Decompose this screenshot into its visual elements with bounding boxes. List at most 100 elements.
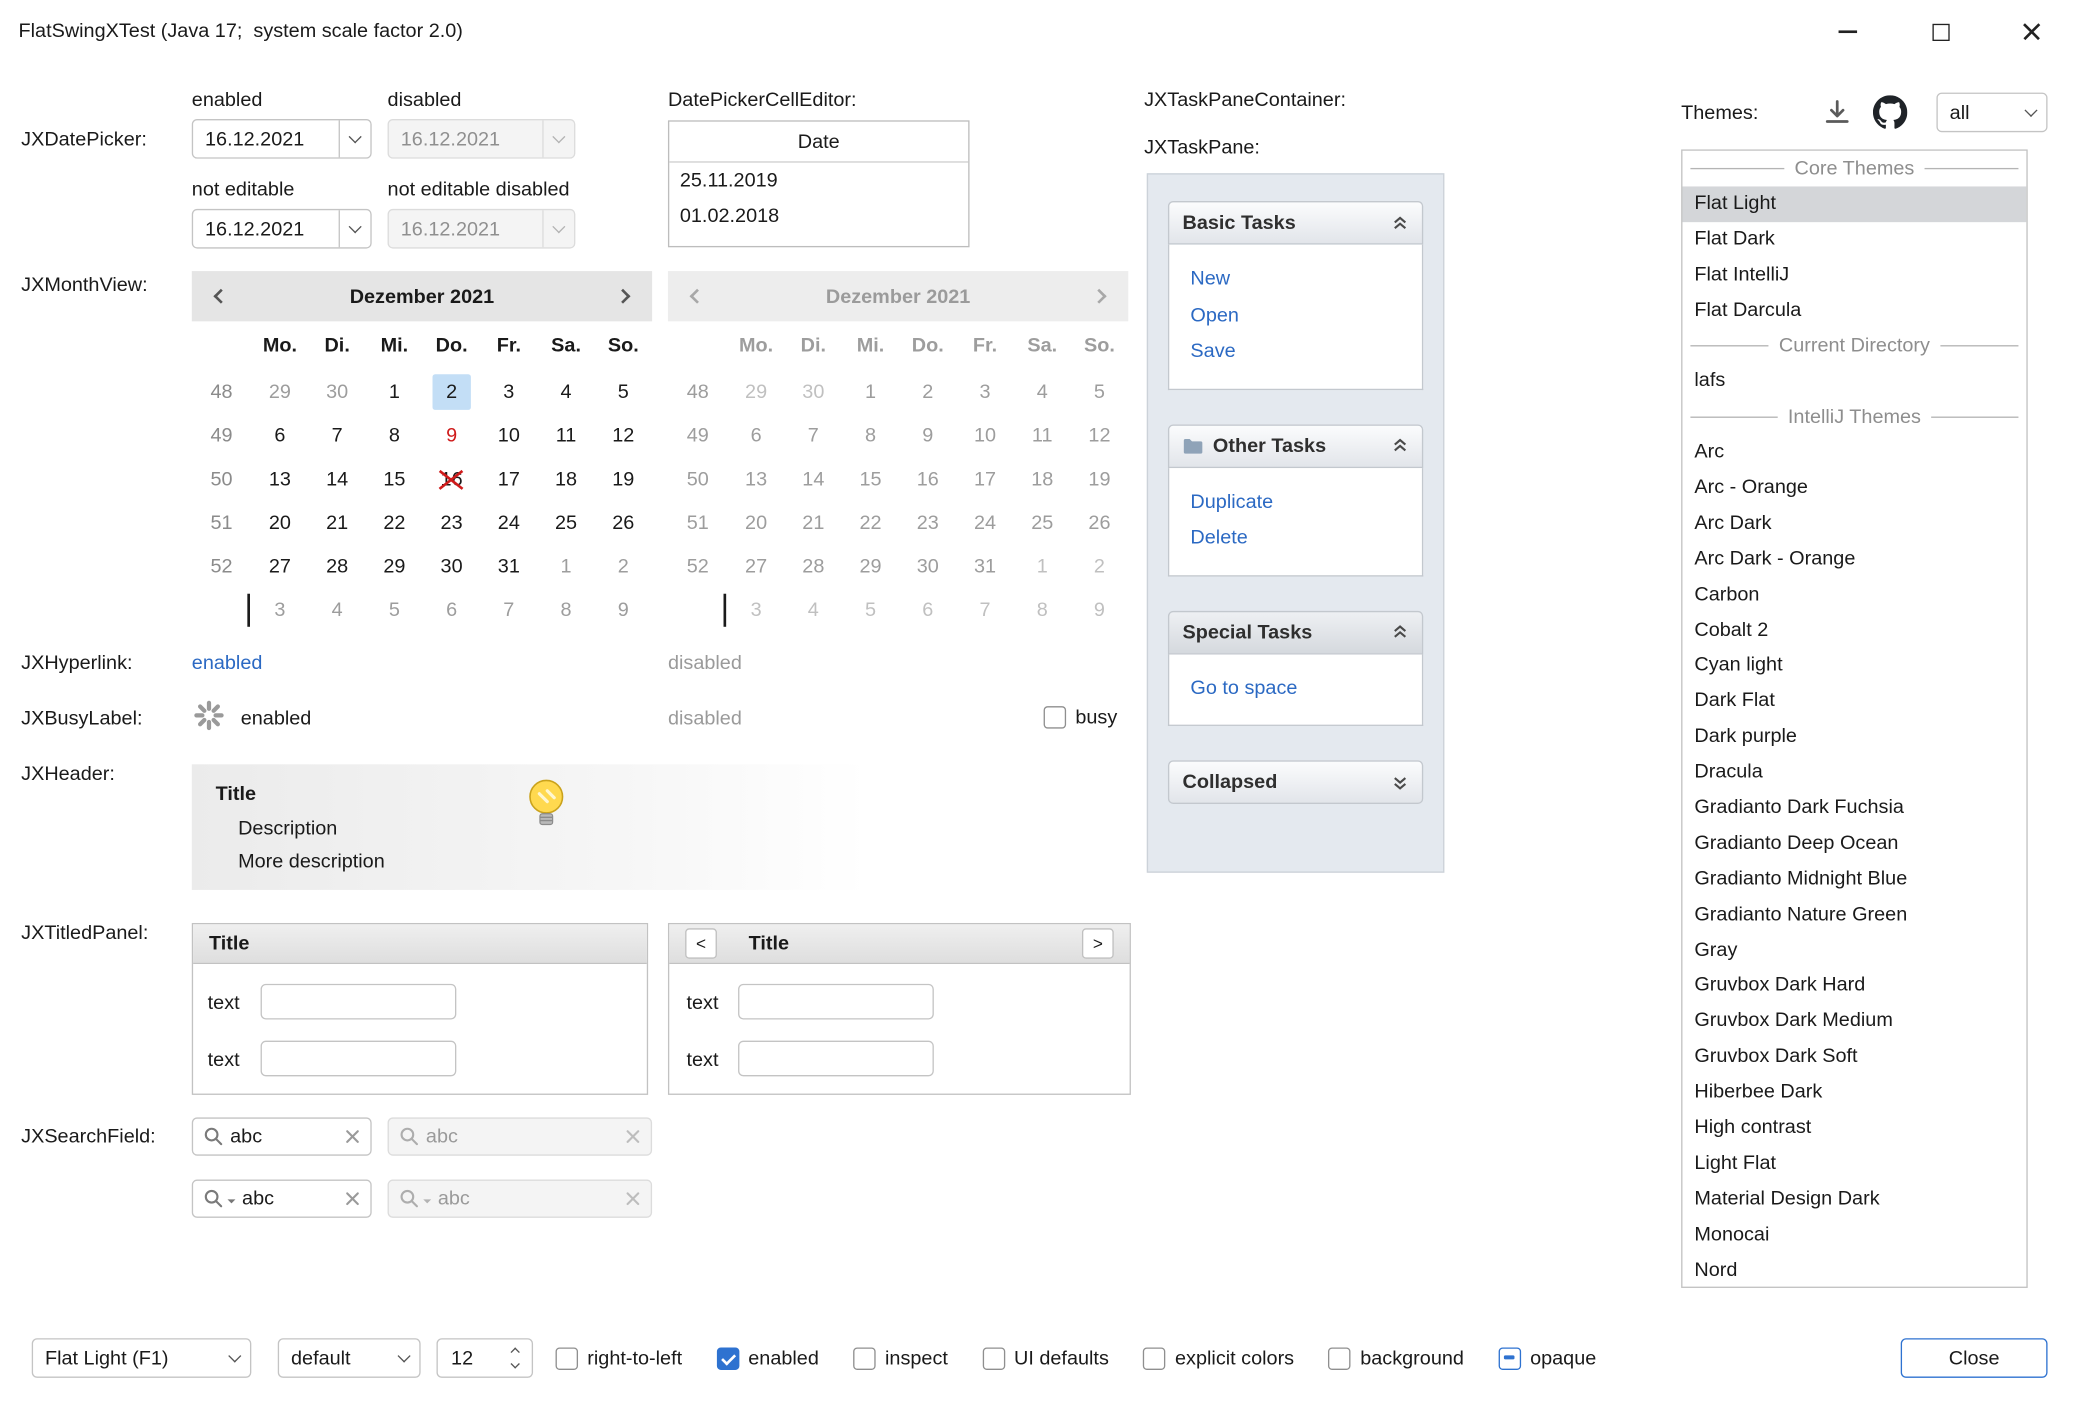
theme-item[interactable]: Flat Darcula (1682, 293, 2026, 329)
checkbox[interactable] (556, 1347, 578, 1369)
calendar-day[interactable]: 18 (537, 458, 594, 502)
search-input[interactable] (230, 1125, 338, 1147)
calendar-day[interactable]: 11 (537, 414, 594, 458)
calendar-day[interactable]: 25 (537, 501, 594, 545)
search-field-enabled[interactable] (192, 1117, 372, 1155)
calendar-day[interactable]: 14 (309, 458, 366, 502)
theme-item[interactable]: Gruvbox Dark Soft (1682, 1040, 2026, 1076)
calendar-day[interactable]: 17 (480, 458, 537, 502)
calendar-day[interactable]: 6 (251, 414, 308, 458)
calendar-day[interactable]: 30 (423, 545, 480, 589)
next-month-button[interactable] (599, 271, 652, 321)
option-enabled[interactable]: enabled (717, 1347, 819, 1369)
calendar-day[interactable]: 15 (366, 458, 423, 502)
taskpane-header[interactable]: Collapsed (1168, 760, 1423, 804)
calendar-day[interactable]: 26 (595, 501, 652, 545)
calendar-day[interactable]: 29 (251, 370, 308, 414)
clear-icon[interactable] (345, 1129, 360, 1144)
text-input[interactable] (261, 1041, 457, 1077)
theme-item[interactable]: High contrast (1682, 1111, 2026, 1147)
calendar-day[interactable]: 7 (480, 588, 537, 632)
download-themes-button[interactable] (1823, 98, 1852, 132)
theme-item[interactable]: Flat Dark (1682, 222, 2026, 258)
checkbox[interactable] (1328, 1347, 1350, 1369)
calendar-day[interactable]: 10 (480, 414, 537, 458)
combo-arrow[interactable] (218, 1340, 250, 1377)
calendar-day[interactable]: 2 (423, 370, 480, 414)
taskpane-header[interactable]: Other Tasks (1168, 424, 1423, 468)
calendar-day[interactable]: 5 (366, 588, 423, 632)
theme-item[interactable]: Gradianto Midnight Blue (1682, 862, 2026, 898)
checkbox[interactable] (982, 1347, 1004, 1369)
busy-checkbox[interactable] (1044, 706, 1066, 728)
theme-item[interactable]: Gradianto Nature Green (1682, 897, 2026, 933)
calendar-day[interactable]: 23 (423, 501, 480, 545)
theme-item[interactable]: Dark Flat (1682, 684, 2026, 720)
combo-arrow[interactable] (388, 1340, 420, 1377)
theme-item[interactable]: Gradianto Dark Fuchsia (1682, 791, 2026, 827)
calendar-day[interactable]: 9 (423, 414, 480, 458)
combo-arrow[interactable] (2014, 94, 2046, 131)
theme-item[interactable]: Flat Light (1682, 186, 2026, 222)
option-opaque[interactable]: opaque (1498, 1347, 1596, 1369)
themes-filter-combo[interactable]: all (1936, 93, 2047, 133)
calendar-day[interactable]: 6 (423, 588, 480, 632)
calendar-day[interactable]: 30 (309, 370, 366, 414)
option-background[interactable]: background (1328, 1347, 1463, 1369)
taskpane-action-link[interactable]: Go to space (1190, 670, 1400, 706)
theme-item[interactable]: Gray (1682, 933, 2026, 969)
theme-item[interactable]: Dracula (1682, 755, 2026, 791)
theme-item[interactable]: Light Flat (1682, 1146, 2026, 1182)
taskpane-action-link[interactable]: Open (1190, 297, 1400, 333)
github-button[interactable] (1873, 95, 1907, 135)
taskpane-header[interactable]: Special Tasks (1168, 610, 1423, 654)
spinner-up-icon[interactable] (510, 1347, 519, 1356)
calendar-day[interactable]: 5 (595, 370, 652, 414)
theme-item[interactable]: Arc Dark - Orange (1682, 542, 2026, 578)
calendar-day[interactable]: 3 (251, 588, 308, 632)
close-button[interactable]: Close (1901, 1338, 2048, 1378)
calendar-day[interactable]: 16 (423, 458, 480, 502)
theme-item[interactable]: Monocai (1682, 1218, 2026, 1254)
theme-item[interactable]: Flat IntelliJ (1682, 257, 2026, 293)
theme-item[interactable]: Arc Dark (1682, 506, 2026, 542)
minimize-button[interactable] (1817, 0, 1878, 63)
checkbox[interactable] (717, 1347, 739, 1369)
laf-combo[interactable]: Flat Light (F1) (32, 1338, 252, 1378)
checkbox[interactable] (1498, 1347, 1520, 1369)
calendar-day[interactable]: 8 (366, 414, 423, 458)
datepicker-not-editable[interactable]: 16.12.2021 (192, 209, 372, 249)
text-input[interactable] (261, 984, 457, 1020)
search-menu-arrow-icon[interactable] (228, 1199, 236, 1207)
close-window-button[interactable] (2001, 0, 2062, 63)
theme-item[interactable]: lafs (1682, 364, 2026, 400)
datepicker-dropdown-button[interactable] (339, 210, 371, 247)
calendar-day[interactable]: 22 (366, 501, 423, 545)
taskpane-action-link[interactable]: Delete (1190, 520, 1400, 556)
datepicker-dropdown-button[interactable] (339, 120, 371, 157)
taskpane-action-link[interactable]: New (1190, 261, 1400, 297)
theme-item[interactable]: Dark purple (1682, 720, 2026, 756)
calendar-day[interactable]: 7 (309, 414, 366, 458)
calendar-day[interactable]: 1 (366, 370, 423, 414)
calendar-day[interactable]: 2 (595, 545, 652, 589)
calendar-day[interactable]: 28 (309, 545, 366, 589)
option-right-to-left[interactable]: right-to-left (556, 1347, 683, 1369)
busy-option[interactable]: busy (1044, 706, 1118, 728)
theme-item[interactable]: Cobalt 2 (1682, 613, 2026, 649)
prev-month-button[interactable] (192, 271, 245, 321)
calendar-day[interactable]: 12 (595, 414, 652, 458)
text-input[interactable] (738, 984, 934, 1020)
calendar-day[interactable]: 8 (537, 588, 594, 632)
theme-item[interactable]: Gradianto Deep Ocean (1682, 826, 2026, 862)
calendar-day[interactable]: 9 (595, 588, 652, 632)
calendar-day[interactable]: 4 (537, 370, 594, 414)
scroll-left-button[interactable]: < (685, 928, 717, 958)
calendar-day[interactable]: 31 (480, 545, 537, 589)
hyperlink-enabled[interactable]: enabled (192, 652, 263, 674)
taskpane-header[interactable]: Basic Tasks (1168, 201, 1423, 245)
search-input[interactable] (242, 1187, 339, 1209)
search-field-with-menu[interactable] (192, 1180, 372, 1218)
theme-item[interactable]: Gruvbox Dark Medium (1682, 1004, 2026, 1040)
font-combo[interactable]: default (278, 1338, 421, 1378)
